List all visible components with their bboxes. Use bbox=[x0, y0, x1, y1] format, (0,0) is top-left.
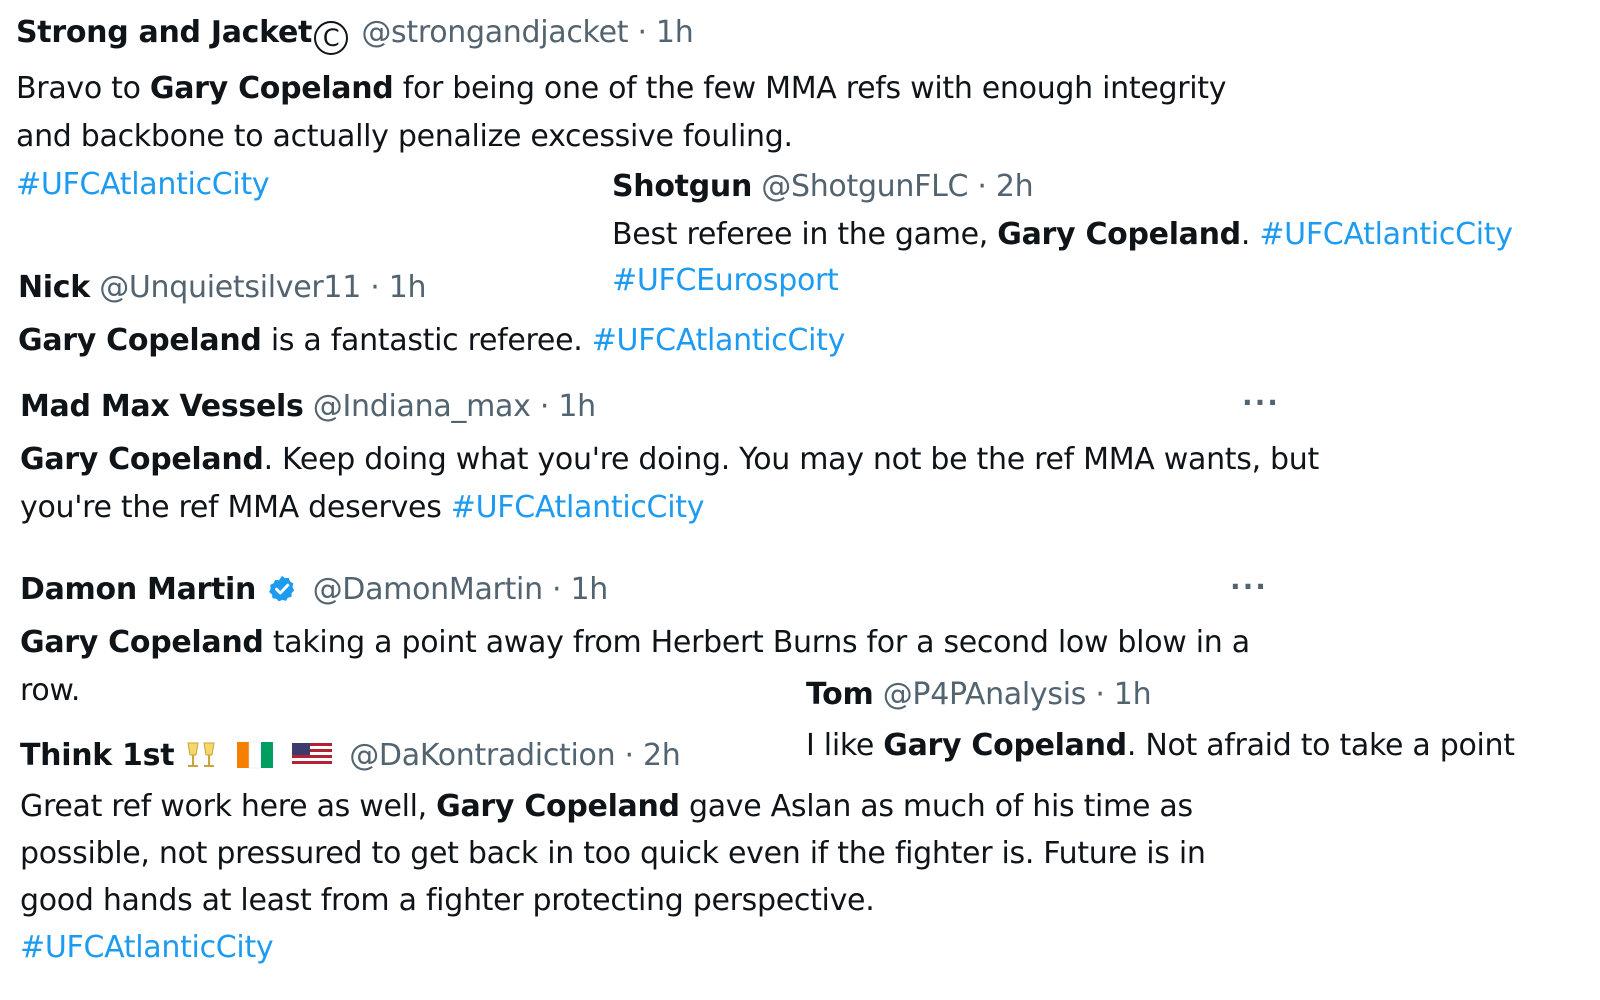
tweet-text: Great ref work here as well, Gary Copela… bbox=[20, 789, 1206, 965]
tweet-header: Shotgun @ShotgunFLC · 2h bbox=[612, 168, 1592, 206]
tweet-header: Damon Martin @DamonMartin · 1h bbox=[20, 571, 1270, 609]
tweet-time[interactable]: · 1h bbox=[370, 270, 426, 305]
hashtag-link[interactable]: #UFCAtlanticCity bbox=[16, 167, 270, 202]
tweet-time[interactable]: · 2h bbox=[977, 169, 1033, 204]
tweet-time[interactable]: · 1h bbox=[637, 15, 693, 50]
tweet-text: Gary Copeland. Keep doing what you're do… bbox=[20, 442, 1319, 525]
author-name[interactable]: Mad Max Vessels bbox=[20, 389, 304, 424]
tweet-time[interactable]: · 1h bbox=[540, 389, 596, 424]
author-handle[interactable]: @Unquietsilver11 bbox=[99, 270, 361, 305]
tweet-text: Gary Copeland is a fantastic referee. #U… bbox=[18, 323, 846, 358]
hashtag-link[interactable]: #UFCAtlanticCity bbox=[20, 930, 274, 965]
author-handle[interactable]: @DaKontradiction bbox=[349, 738, 615, 773]
tweet-header: Tom @P4PAnalysis · 1h bbox=[806, 676, 1596, 714]
tweet-time[interactable]: · 1h bbox=[552, 572, 608, 607]
author-name[interactable]: Tom bbox=[806, 677, 874, 712]
mention-text: Gary Copeland bbox=[20, 625, 264, 660]
us-flag-emoji bbox=[291, 743, 332, 767]
author-name[interactable]: Damon Martin bbox=[20, 572, 256, 607]
tweet-time[interactable]: · 2h bbox=[625, 738, 681, 773]
author-handle[interactable]: @ShotgunFLC bbox=[761, 169, 968, 204]
tweet-madmaxvessels: Mad Max Vessels @Indiana_max · 1h Gary C… bbox=[20, 388, 1320, 532]
more-options-icon[interactable]: ··· bbox=[1230, 570, 1268, 603]
clinking-glasses-emoji bbox=[187, 742, 216, 767]
mention-text: Gary Copeland bbox=[20, 442, 264, 477]
hashtag-link[interactable]: #UFCAtlanticCity bbox=[451, 490, 705, 525]
tweet-header: Mad Max Vessels @Indiana_max · 1h bbox=[20, 388, 1320, 426]
author-name[interactable]: Think 1st bbox=[20, 738, 175, 773]
more-options-icon[interactable]: ··· bbox=[1242, 386, 1280, 419]
verified-badge-icon bbox=[269, 575, 295, 602]
copyright-icon: C bbox=[314, 21, 349, 55]
tweet-think1st: Think 1st @DaKontradiction · 2h Great re… bbox=[20, 737, 1260, 971]
author-handle[interactable]: @P4PAnalysis bbox=[883, 677, 1087, 712]
author-name[interactable]: Shotgun bbox=[612, 169, 752, 204]
author-handle[interactable]: @Indiana_max bbox=[313, 389, 531, 424]
tweet-header: Think 1st @DaKontradiction · 2h bbox=[20, 737, 1260, 775]
author-handle[interactable]: @DamonMartin bbox=[313, 572, 544, 607]
mention-text: Gary Copeland bbox=[997, 217, 1241, 252]
mention-text: Gary Copeland bbox=[18, 323, 262, 358]
author-handle[interactable]: @strongandjacket bbox=[361, 15, 628, 50]
ivory-coast-flag-emoji bbox=[236, 741, 273, 769]
mention-text: Gary Copeland bbox=[436, 789, 680, 824]
tweet-nick: Nick @Unquietsilver11 · 1h Gary Copeland… bbox=[18, 269, 1018, 365]
tweet-header: Nick @Unquietsilver11 · 1h bbox=[18, 269, 1018, 307]
tweet-time[interactable]: · 1h bbox=[1095, 677, 1151, 712]
hashtag-link[interactable]: #UFCAtlanticCity bbox=[1259, 217, 1513, 252]
hashtag-link[interactable]: #UFCAtlanticCity bbox=[592, 323, 846, 358]
author-name[interactable]: Strong and Jacket bbox=[16, 15, 312, 50]
author-name[interactable]: Nick bbox=[18, 270, 90, 305]
mention-text: Gary Copeland bbox=[149, 71, 394, 106]
tweet-header: Strong and Jacket C @strongandjacket · 1h bbox=[16, 14, 1256, 55]
